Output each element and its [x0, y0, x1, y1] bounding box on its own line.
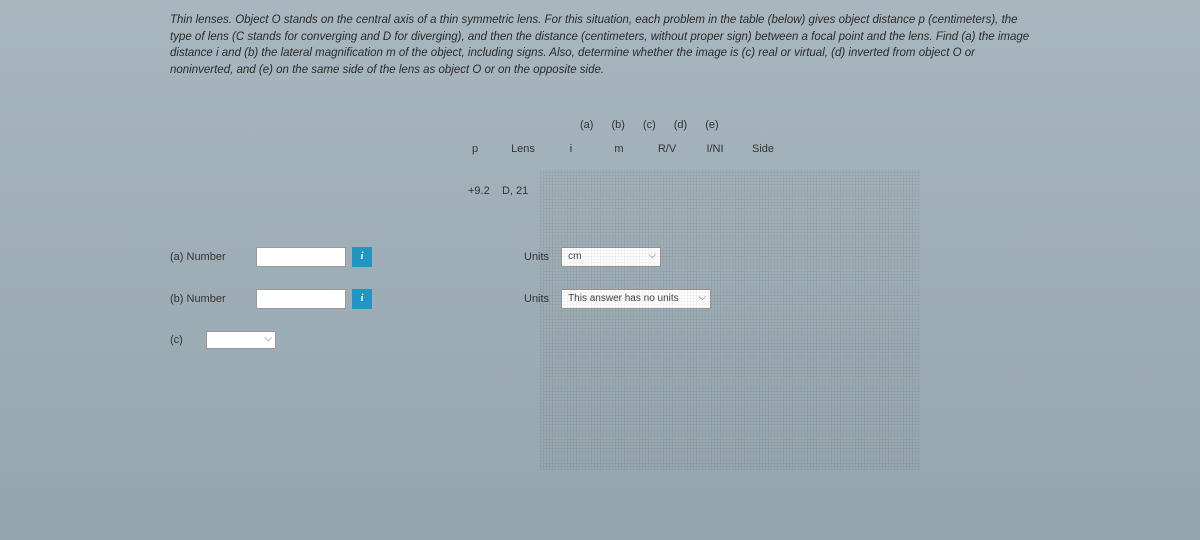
units-value-a: cm	[568, 251, 581, 262]
label-b: (b) Number	[170, 293, 250, 305]
label-a: (a) Number	[170, 251, 250, 263]
label-c: (c)	[170, 334, 200, 346]
given-data-table: (a) (b) (c) (d) (e) p Lens i m R/V I/NI …	[460, 119, 1030, 197]
answer-section: (a) Number i Units cm (b) Number i Units…	[170, 247, 1030, 349]
col-side: Side	[748, 143, 778, 155]
units-label-b: Units	[524, 293, 549, 305]
col-group-b: (b)	[611, 119, 624, 131]
units-label-a: Units	[524, 251, 549, 263]
units-value-b: This answer has no units	[568, 293, 679, 304]
answer-row-b: (b) Number i Units This answer has no un…	[170, 289, 1030, 309]
info-icon[interactable]: i	[352, 289, 372, 309]
col-group-a: (a)	[580, 119, 593, 131]
col-rv: R/V	[652, 143, 682, 155]
answer-row-c: (c)	[170, 331, 1030, 349]
col-group-d: (d)	[674, 119, 687, 131]
info-icon[interactable]: i	[352, 247, 372, 267]
col-ini: I/NI	[700, 143, 730, 155]
units-select-b[interactable]: This answer has no units	[561, 289, 711, 309]
number-input-b[interactable]	[256, 289, 346, 309]
col-lens: Lens	[508, 143, 538, 155]
number-input-a[interactable]	[256, 247, 346, 267]
col-group-e: (e)	[705, 119, 718, 131]
data-lens: D, 21	[502, 185, 528, 197]
select-c[interactable]	[206, 331, 276, 349]
col-group-c: (c)	[643, 119, 656, 131]
answer-row-a: (a) Number i Units cm	[170, 247, 1030, 267]
units-select-a[interactable]: cm	[561, 247, 661, 267]
data-p: +9.2	[468, 185, 490, 197]
problem-statement: Thin lenses. Object O stands on the cent…	[170, 12, 1030, 79]
col-m: m	[604, 143, 634, 155]
col-i: i	[556, 143, 586, 155]
col-p: p	[460, 143, 490, 155]
